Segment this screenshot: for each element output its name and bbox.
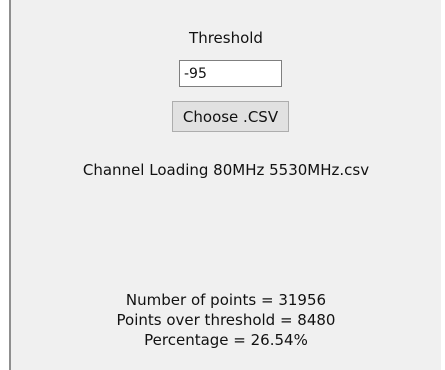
threshold-label: Threshold [189,29,263,47]
results-summary: Number of points = 31956 Points over thr… [11,290,441,350]
number-of-points-text: Number of points = 31956 [125,291,327,309]
selected-file-label: Channel Loading 80MHz 5530MHz.csv [82,161,370,179]
percentage-text: Percentage = 26.54% [144,331,308,349]
choose-csv-button[interactable]: Choose .CSV [172,101,289,132]
app-window: Threshold Choose .CSV Channel Loading 80… [0,0,445,370]
threshold-input[interactable] [179,60,282,87]
main-panel: Threshold Choose .CSV Channel Loading 80… [11,0,441,370]
points-over-threshold-text: Points over threshold = 8480 [116,311,336,329]
